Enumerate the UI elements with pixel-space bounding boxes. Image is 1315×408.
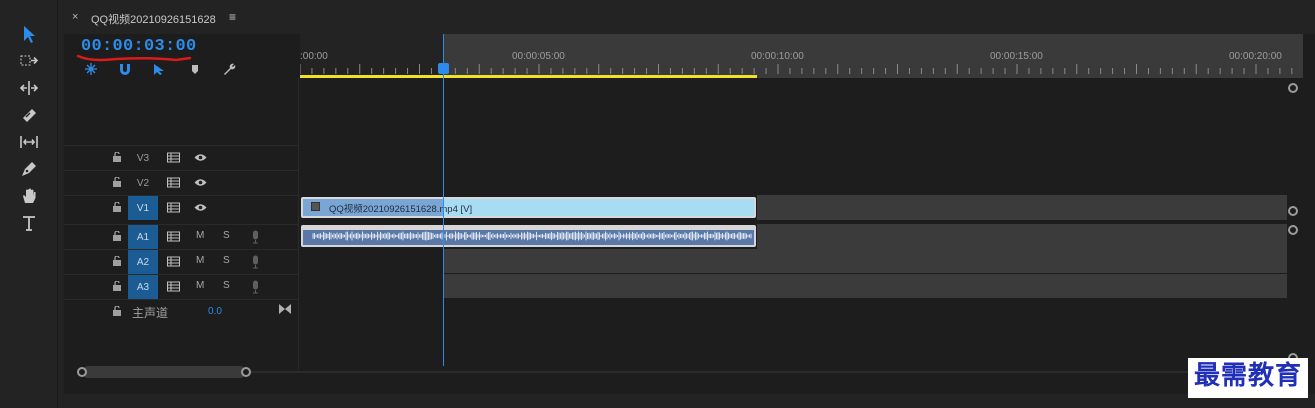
zoom-handle-right[interactable] (241, 367, 251, 377)
hand-tool-icon[interactable] (14, 184, 44, 208)
sync-lock-film-icon[interactable] (167, 177, 180, 188)
sync-lock-film-icon[interactable] (167, 231, 180, 242)
pen-tool-icon[interactable] (14, 157, 44, 181)
eye-icon[interactable] (194, 153, 207, 162)
timeline-settings-wrench-icon[interactable] (220, 61, 238, 77)
track-target-v2[interactable]: V2 (128, 171, 158, 195)
ruler-label: 00:00:20:00 (1229, 51, 1282, 62)
lock-icon[interactable] (112, 202, 122, 212)
track-header-v3: V3 (64, 145, 299, 169)
close-tab-button[interactable]: × (72, 11, 78, 23)
hscroll-thumb[interactable] (82, 366, 246, 378)
zoom-handle-left[interactable] (77, 367, 87, 377)
video-scroll-knob-top[interactable] (1288, 83, 1298, 93)
ruler-label: 00:00:10:00 (751, 51, 804, 62)
lock-icon[interactable] (112, 231, 122, 241)
track-band (444, 274, 1287, 298)
ruler-ticks (300, 64, 1293, 74)
voice-over-mic-icon[interactable] (251, 255, 260, 269)
master-volume-value[interactable]: 0.0 (208, 306, 222, 317)
ruler-label: 00:00:05:00 (512, 51, 565, 62)
horizontal-zoom-scrollbar[interactable] (64, 366, 1315, 380)
track-row-v1: QQ视频20210926151628.mp4 [V] (300, 195, 1287, 220)
sync-lock-film-icon[interactable] (167, 256, 180, 267)
mute-track-button[interactable]: M (196, 255, 204, 266)
time-ruler[interactable]: :00:00 00:00:05:00 00:00:10:00 00:00:15:… (300, 34, 1303, 78)
eye-icon[interactable] (194, 203, 207, 212)
master-track-label: 主声道 (132, 306, 169, 320)
track-content-area[interactable]: QQ视频20210926151628.mp4 [V] (300, 78, 1287, 370)
track-header-v2: V2 (64, 170, 299, 194)
ruler-label: 00:00:15:00 (990, 51, 1043, 62)
ruler-label: :00:00 (300, 51, 328, 62)
video-clip[interactable]: QQ视频20210926151628.mp4 [V] (301, 197, 756, 218)
track-header-master: 主声道 0.0 (64, 299, 299, 324)
slip-tool-icon[interactable] (14, 130, 44, 154)
solo-track-button[interactable]: S (223, 280, 230, 291)
track-band (444, 249, 1287, 273)
track-target-a2[interactable]: A2 (128, 250, 158, 274)
sync-lock-film-icon[interactable] (167, 152, 180, 163)
track-target-v3[interactable]: V3 (128, 146, 158, 170)
hscroll-track (82, 371, 1282, 373)
video-clip-label: QQ视频20210926151628.mp4 [V] (329, 204, 473, 215)
track-select-tool-icon[interactable] (14, 49, 44, 73)
eye-icon[interactable] (194, 178, 207, 187)
track-header-a1: A1 M S (64, 224, 299, 249)
voice-over-mic-icon[interactable] (251, 230, 260, 244)
linked-selection-icon[interactable] (150, 61, 168, 77)
type-tool-icon[interactable] (14, 211, 44, 235)
solo-track-button[interactable]: S (223, 255, 230, 266)
audio-clip[interactable] (301, 225, 756, 247)
track-header-v1: V1 (64, 195, 299, 220)
mute-track-button[interactable]: M (196, 230, 204, 241)
vertical-scrollbar[interactable] (1287, 78, 1303, 370)
panel-menu-icon[interactable]: ≡ (229, 10, 236, 24)
track-header-a2: A2 M S (64, 249, 299, 274)
track-row-a1 (300, 224, 1287, 249)
mute-track-button[interactable]: M (196, 280, 204, 291)
sync-lock-film-icon[interactable] (167, 202, 180, 213)
razor-tool-icon[interactable] (14, 103, 44, 127)
track-band (757, 195, 1287, 220)
track-target-a3[interactable]: A3 (128, 275, 158, 299)
nest-sequence-icon[interactable] (82, 61, 100, 77)
waveform-path (312, 231, 752, 241)
solo-track-button[interactable]: S (223, 230, 230, 241)
tools-panel (0, 0, 58, 408)
lock-icon[interactable] (112, 177, 122, 187)
clip-top-band (303, 227, 754, 230)
sequence-tab-bar: × QQ视频20210926151628 ≡ (64, 0, 1315, 34)
track-target-a1[interactable]: A1 (128, 225, 158, 249)
lock-icon[interactable] (112, 152, 122, 162)
selection-tool-icon[interactable] (14, 22, 44, 46)
playhead-handle[interactable] (438, 63, 449, 74)
ripple-edit-tool-icon[interactable] (14, 76, 44, 100)
voice-over-mic-icon[interactable] (251, 280, 260, 294)
go-to-in-out-icon[interactable] (279, 304, 291, 314)
sequence-tab-title[interactable]: QQ视频20210926151628 (91, 11, 216, 27)
playhead-line[interactable] (443, 34, 444, 366)
add-marker-icon[interactable] (186, 61, 204, 77)
track-band (757, 224, 1287, 249)
snap-magnet-icon[interactable] (116, 61, 134, 77)
timeline-panel: × QQ视频20210926151628 ≡ 00:00:03:00 :00:0… (64, 0, 1315, 394)
lock-icon[interactable] (112, 306, 122, 316)
track-headers: V3 V2 V1 A1 M S A2 M S A3 M S 主声道 0.0 (64, 78, 299, 370)
watermark-logo: 最需教育 (1188, 358, 1309, 398)
track-row-a3 (300, 274, 1287, 298)
audio-waveform (303, 227, 754, 241)
track-row-a2 (300, 249, 1287, 273)
clip-fx-icon (311, 202, 320, 211)
track-header-a3: A3 M S (64, 274, 299, 299)
video-scroll-knob-bottom[interactable] (1288, 206, 1298, 216)
audio-scroll-knob-top[interactable] (1288, 225, 1298, 235)
lock-icon[interactable] (112, 256, 122, 266)
lock-icon[interactable] (112, 281, 122, 291)
track-target-v1[interactable]: V1 (128, 196, 158, 220)
sync-lock-film-icon[interactable] (167, 281, 180, 292)
